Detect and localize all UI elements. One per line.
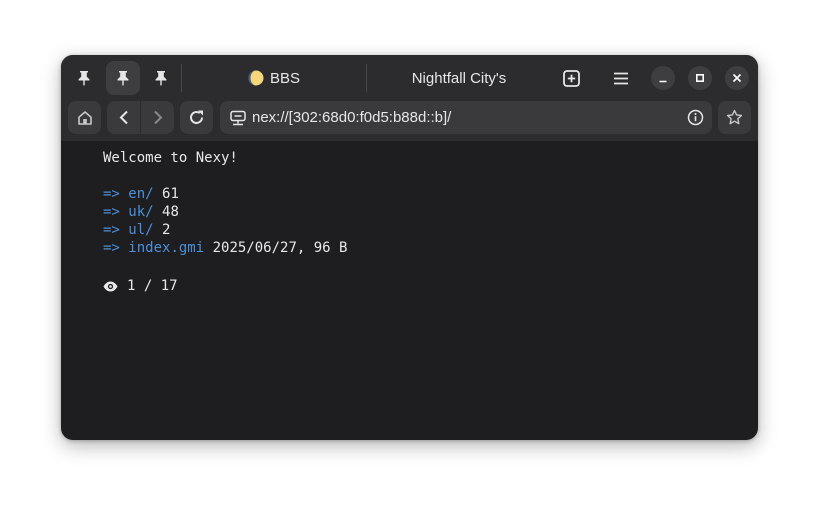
- new-tab-icon: [562, 69, 580, 87]
- back-arrow-icon: [119, 110, 128, 125]
- link-uk[interactable]: uk/: [128, 204, 153, 220]
- link-row: => ul/ 2: [103, 221, 347, 239]
- link-arrow: =>: [103, 240, 120, 256]
- view-counter: 1 / 17: [103, 277, 347, 295]
- pin-icon: [117, 71, 129, 86]
- url-text[interactable]: nex://[302:68d0:f0d5:b88d::b]/: [252, 109, 687, 126]
- info-icon[interactable]: [687, 109, 704, 126]
- menu-button[interactable]: [610, 67, 632, 89]
- tab-nightfall-city[interactable]: Nightfall City's: [369, 61, 549, 95]
- link-note: 2025/06/27, 96 B: [212, 240, 348, 256]
- link-index-gmi[interactable]: index.gmi: [128, 240, 204, 256]
- network-icon: [230, 110, 246, 125]
- hamburger-menu-icon: [614, 72, 628, 84]
- link-en[interactable]: en/: [128, 186, 153, 202]
- forward-arrow-icon: [153, 110, 162, 125]
- page-content: Welcome to Nexy! => en/ 61 => uk/ 48 => …: [103, 149, 347, 295]
- maximize-button[interactable]: [688, 66, 712, 90]
- view-counter-text: 1 / 17: [127, 278, 178, 294]
- tab-label: Nightfall City's: [411, 69, 507, 87]
- new-tab-button[interactable]: [560, 67, 582, 89]
- welcome-text: Welcome to Nexy!: [103, 150, 238, 166]
- maximize-icon: [695, 73, 705, 83]
- home-icon: [77, 110, 92, 125]
- link-arrow: =>: [103, 204, 120, 220]
- pinned-tab-1[interactable]: [67, 61, 101, 95]
- link-arrow: =>: [103, 222, 120, 238]
- reload-icon: [190, 110, 203, 124]
- back-button[interactable]: [107, 101, 140, 134]
- minimize-button[interactable]: [651, 66, 675, 90]
- link-row: => en/ 61: [103, 185, 347, 203]
- link-note: 61: [162, 186, 179, 202]
- forward-button[interactable]: [141, 101, 174, 134]
- moon-icon: [248, 70, 264, 86]
- close-icon: [732, 73, 742, 83]
- star-icon: [726, 109, 743, 125]
- home-button[interactable]: [68, 101, 101, 134]
- header-bar: BBS Nightfall City's nex://[302:68d0:f0d…: [61, 55, 758, 141]
- nav-buttons: [107, 101, 174, 134]
- pin-icon: [78, 71, 90, 86]
- eye-icon: [103, 281, 118, 291]
- pin-icon: [155, 71, 167, 86]
- pinned-tab-2[interactable]: [106, 61, 140, 95]
- tab-label: BBS: [269, 69, 300, 87]
- tab-separator: [366, 64, 367, 92]
- minimize-icon: [659, 80, 667, 83]
- link-row: => uk/ 48: [103, 203, 347, 221]
- link-ul[interactable]: ul/: [128, 222, 153, 238]
- reload-button[interactable]: [180, 101, 213, 134]
- bookmark-button[interactable]: [718, 101, 751, 134]
- link-note: 48: [162, 204, 179, 220]
- tab-bbs[interactable]: BBS: [185, 61, 363, 95]
- pinned-tab-3[interactable]: [144, 61, 178, 95]
- close-window-button[interactable]: [725, 66, 749, 90]
- link-row: => index.gmi 2025/06/27, 96 B: [103, 239, 347, 257]
- link-note: 2: [162, 222, 171, 238]
- address-bar[interactable]: nex://[302:68d0:f0d5:b88d::b]/: [220, 101, 712, 134]
- link-arrow: =>: [103, 186, 120, 202]
- browser-window: BBS Nightfall City's nex://[302:68d0:f0d…: [61, 55, 758, 440]
- tab-separator: [181, 64, 182, 92]
